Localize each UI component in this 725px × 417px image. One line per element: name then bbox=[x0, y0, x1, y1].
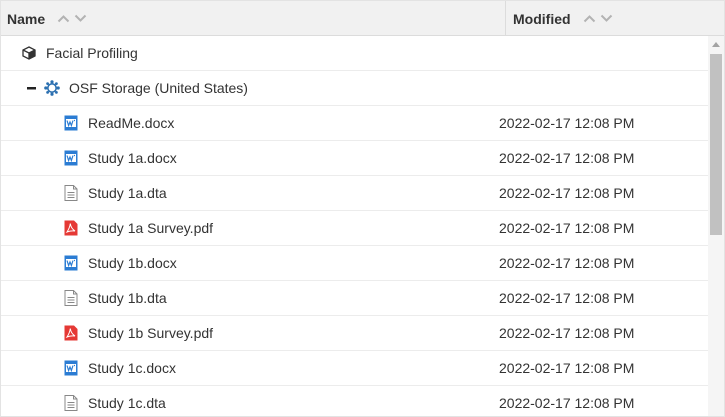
storage-label[interactable]: OSF Storage (United States) bbox=[69, 80, 248, 96]
file-name-cell: Study 1a.docx bbox=[63, 141, 177, 175]
modified-column-label: Modified bbox=[513, 10, 571, 27]
file-row[interactable]: Study 1a Survey.pdf 2022-02-17 12:08 PM bbox=[1, 211, 708, 246]
file-name[interactable]: Study 1a Survey.pdf bbox=[88, 220, 213, 236]
file-name[interactable]: Study 1b.docx bbox=[88, 255, 177, 271]
file-name-cell: Study 1a Survey.pdf bbox=[63, 211, 213, 245]
project-label[interactable]: Facial Profiling bbox=[46, 45, 138, 61]
storage-row[interactable]: OSF Storage (United States) bbox=[1, 71, 708, 106]
file-name[interactable]: Study 1c.docx bbox=[88, 360, 176, 376]
file-row[interactable]: Study 1a.docx 2022-02-17 12:08 PM bbox=[1, 141, 708, 176]
file-tree-grid: Name Modified Facial Profiling OSF Stora… bbox=[0, 0, 725, 417]
file-tree-rows: Facial Profiling OSF Storage (United Sta… bbox=[1, 36, 708, 416]
scrollbar-thumb[interactable] bbox=[710, 54, 722, 235]
file-name-cell: Study 1a.dta bbox=[63, 176, 167, 210]
file-name-cell: Study 1b.dta bbox=[63, 281, 167, 315]
grid-header: Name Modified bbox=[1, 1, 724, 36]
sort-descending-icon[interactable] bbox=[74, 14, 87, 23]
file-modified-date: 2022-02-17 12:08 PM bbox=[499, 255, 635, 271]
pdf-file-icon bbox=[63, 325, 79, 341]
file-name-cell: ReadMe.docx bbox=[63, 106, 174, 140]
file-name[interactable]: Study 1b.dta bbox=[88, 290, 167, 306]
file-modified-date: 2022-02-17 12:08 PM bbox=[499, 290, 635, 306]
file-name[interactable]: Study 1a.docx bbox=[88, 150, 177, 166]
word-file-icon bbox=[63, 360, 79, 376]
project-name-cell: Facial Profiling bbox=[21, 36, 138, 70]
file-name-cell: Study 1b.docx bbox=[63, 246, 177, 280]
osf-storage-icon bbox=[44, 80, 60, 96]
file-row[interactable]: Study 1c.docx 2022-02-17 12:08 PM bbox=[1, 351, 708, 386]
file-name[interactable]: ReadMe.docx bbox=[88, 115, 174, 131]
word-file-icon bbox=[63, 255, 79, 271]
file-name[interactable]: Study 1a.dta bbox=[88, 185, 167, 201]
file-name-cell: Study 1c.dta bbox=[63, 386, 166, 416]
file-row[interactable]: Study 1b.docx 2022-02-17 12:08 PM bbox=[1, 246, 708, 281]
file-row[interactable]: Study 1a.dta 2022-02-17 12:08 PM bbox=[1, 176, 708, 211]
file-modified-date: 2022-02-17 12:08 PM bbox=[499, 325, 635, 341]
file-modified-date: 2022-02-17 12:08 PM bbox=[499, 220, 635, 236]
pdf-file-icon bbox=[63, 220, 79, 236]
sort-descending-icon[interactable] bbox=[600, 14, 613, 23]
word-file-icon bbox=[63, 115, 79, 131]
file-modified-date: 2022-02-17 12:08 PM bbox=[499, 115, 635, 131]
file-name-cell: Study 1b Survey.pdf bbox=[63, 316, 213, 350]
file-name[interactable]: Study 1b Survey.pdf bbox=[88, 325, 213, 341]
vertical-scrollbar[interactable] bbox=[708, 36, 724, 416]
generic-file-icon bbox=[63, 290, 79, 306]
file-name-cell: Study 1c.docx bbox=[63, 351, 176, 385]
name-sort-controls bbox=[57, 14, 87, 23]
modified-sort-controls bbox=[583, 14, 613, 23]
file-modified-date: 2022-02-17 12:08 PM bbox=[499, 360, 635, 376]
file-name[interactable]: Study 1c.dta bbox=[88, 395, 166, 411]
file-modified-date: 2022-02-17 12:08 PM bbox=[499, 395, 635, 411]
file-row[interactable]: ReadMe.docx 2022-02-17 12:08 PM bbox=[1, 106, 708, 141]
generic-file-icon bbox=[63, 395, 79, 411]
file-modified-date: 2022-02-17 12:08 PM bbox=[499, 150, 635, 166]
file-modified-date: 2022-02-17 12:08 PM bbox=[499, 185, 635, 201]
file-row[interactable]: Study 1b Survey.pdf 2022-02-17 12:08 PM bbox=[1, 316, 708, 351]
scroll-up-icon[interactable] bbox=[708, 36, 724, 52]
sort-ascending-icon[interactable] bbox=[57, 14, 70, 23]
project-row[interactable]: Facial Profiling bbox=[1, 36, 708, 71]
name-column-label: Name bbox=[7, 10, 46, 27]
file-row[interactable]: Study 1c.dta 2022-02-17 12:08 PM bbox=[1, 386, 708, 416]
file-row[interactable]: Study 1b.dta 2022-02-17 12:08 PM bbox=[1, 281, 708, 316]
cube-icon bbox=[21, 45, 37, 61]
collapse-icon[interactable] bbox=[27, 80, 37, 96]
modified-column-header[interactable]: Modified bbox=[507, 1, 724, 36]
word-file-icon bbox=[63, 150, 79, 166]
name-column-header[interactable]: Name bbox=[1, 1, 506, 36]
storage-name-cell: OSF Storage (United States) bbox=[27, 71, 248, 105]
sort-ascending-icon[interactable] bbox=[583, 14, 596, 23]
generic-file-icon bbox=[63, 185, 79, 201]
